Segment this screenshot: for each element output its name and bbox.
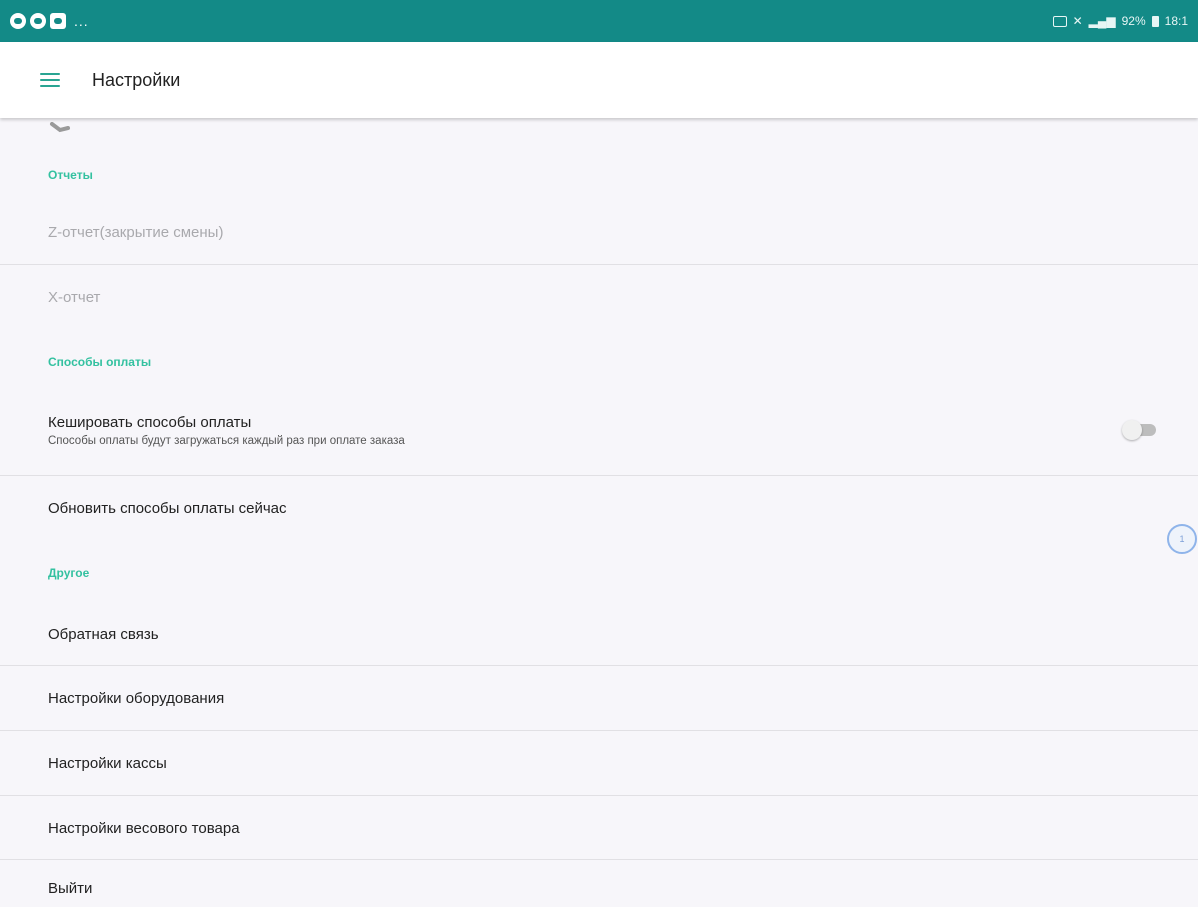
partial-icon bbox=[48, 122, 74, 136]
section-header-payment: Способы оплаты bbox=[48, 355, 152, 369]
app-icon bbox=[50, 13, 66, 29]
equipment-settings-item[interactable]: Настройки оборудования bbox=[0, 666, 1198, 730]
item-title: Обратная связь bbox=[48, 625, 159, 643]
more-notifications: ... bbox=[74, 13, 89, 29]
settings-list[interactable]: Отчеты Z-отчет(закрытие смены) X-отчет С… bbox=[0, 118, 1198, 907]
refresh-payment-methods-item[interactable]: Обновить способы оплаты сейчас bbox=[0, 476, 1198, 540]
chat-icon bbox=[30, 13, 46, 29]
section-header-other: Другое bbox=[48, 566, 90, 580]
item-subtitle: Способы оплаты будут загружаться каждый … bbox=[48, 434, 405, 447]
system-indicators: ✕ ▂▄▆ 92% 18:1 bbox=[1052, 14, 1188, 28]
mute-icon: ✕ bbox=[1072, 14, 1083, 28]
x-report-item[interactable]: X-отчет bbox=[0, 265, 1198, 329]
floating-badge-button[interactable]: 1 bbox=[1167, 524, 1197, 554]
z-report-item[interactable]: Z-отчет(закрытие смены) bbox=[0, 200, 1198, 264]
chat-icon bbox=[10, 13, 26, 29]
weight-goods-settings-item[interactable]: Настройки весового товара bbox=[0, 796, 1198, 860]
item-title: Обновить способы оплаты сейчас bbox=[48, 499, 287, 517]
menu-icon[interactable] bbox=[40, 73, 60, 87]
signal-icon: ▂▄▆ bbox=[1088, 14, 1116, 28]
app-bar: Настройки bbox=[0, 42, 1198, 118]
cashbox-settings-item[interactable]: Настройки кассы bbox=[0, 731, 1198, 795]
notification-icons: ... bbox=[10, 13, 89, 29]
nfc-icon bbox=[1052, 15, 1067, 27]
item-title: Настройки оборудования bbox=[48, 689, 225, 707]
battery-icon bbox=[1151, 15, 1159, 27]
feedback-item[interactable]: Обратная связь bbox=[0, 602, 1198, 666]
item-title: Настройки кассы bbox=[48, 754, 167, 772]
clock: 18:1 bbox=[1164, 14, 1188, 28]
item-title: Настройки весового товара bbox=[48, 819, 240, 837]
cache-toggle[interactable] bbox=[1122, 420, 1158, 440]
item-title: Кешировать способы оплаты bbox=[48, 413, 252, 431]
section-header-reports: Отчеты bbox=[48, 168, 93, 182]
page-title: Настройки bbox=[92, 69, 181, 90]
item-title: Выйти bbox=[48, 879, 93, 897]
battery-percent: 92% bbox=[1121, 14, 1146, 28]
item-title: Z-отчет(закрытие смены) bbox=[48, 223, 224, 241]
logout-item[interactable]: Выйти bbox=[0, 860, 1198, 907]
status-bar: ... ✕ ▂▄▆ 92% 18:1 bbox=[0, 0, 1198, 42]
cache-payment-methods-item[interactable]: Кешировать способы оплаты Способы оплаты… bbox=[0, 386, 1198, 474]
item-title: X-отчет bbox=[48, 288, 101, 306]
